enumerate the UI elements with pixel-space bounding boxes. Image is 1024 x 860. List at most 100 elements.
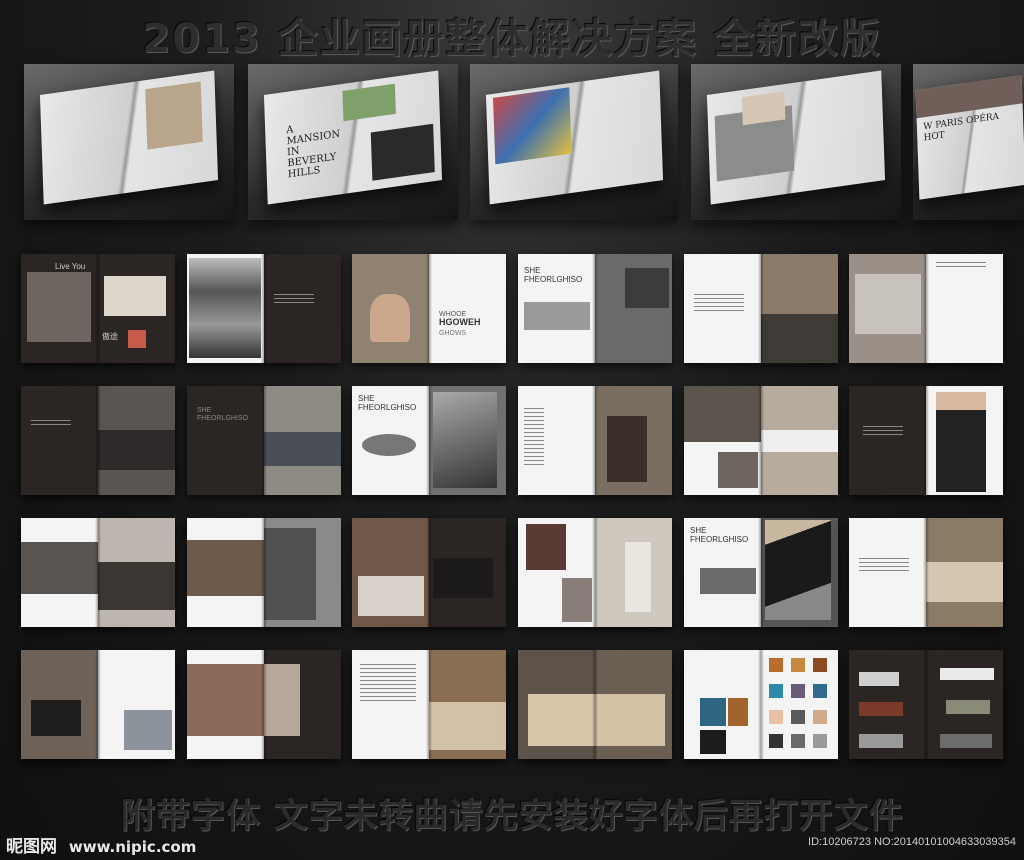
spread-11 (684, 386, 838, 495)
model-photo (765, 520, 831, 620)
tagline: Live You (55, 262, 86, 271)
spine (592, 518, 598, 627)
page-right: 傲途 (98, 254, 175, 363)
text-block (936, 262, 986, 270)
top-photo-3 (470, 64, 678, 220)
heading-line-1: SHE (690, 526, 707, 535)
page-left (352, 518, 429, 627)
footer-note: 附带字体 文字未转曲请先安装好字体后再打开文件 (120, 796, 904, 836)
sofa-photo (859, 734, 903, 748)
interior-photo (264, 664, 300, 736)
text-block (863, 426, 903, 436)
spread-22 (518, 650, 672, 759)
top-photo-5: W PARIS OPÉRA HOT (913, 64, 1024, 220)
sofa-photo (27, 272, 91, 342)
page-right (264, 386, 341, 495)
floral-sofa-photo (926, 562, 1003, 602)
page-right (926, 254, 1003, 363)
spine (95, 518, 101, 627)
page-right (761, 386, 838, 495)
spine (261, 386, 267, 495)
magazine-page (485, 70, 663, 205)
spread-12 (849, 386, 1003, 495)
top-photo-4 (691, 64, 901, 220)
page-left (684, 386, 761, 495)
page-left (187, 254, 264, 363)
magazine-photo (342, 82, 397, 121)
text-block (859, 558, 909, 574)
spread-8: SHE FHEORLGHISO (187, 386, 341, 495)
text-block (274, 294, 314, 304)
magazine-photo (492, 87, 572, 164)
spine (758, 386, 764, 495)
sofa-photo (98, 430, 175, 470)
spine (95, 650, 101, 759)
page-right (761, 650, 838, 759)
headline: 2013 企业画册整体解决方案 全新改版 (142, 16, 882, 62)
interior-photo (684, 386, 761, 442)
spread-16 (518, 518, 672, 627)
page-right: WHOOE HGOWEH GHOWS (429, 254, 506, 363)
spread-10 (518, 386, 672, 495)
page-left (849, 650, 926, 759)
spine (592, 254, 598, 363)
spine (426, 650, 432, 759)
page-left (352, 650, 429, 759)
spine (261, 254, 267, 363)
page-right (595, 254, 672, 363)
page-right (926, 386, 1003, 495)
page-left: SHE FHEORLGHISO (187, 386, 264, 495)
armchair-photo (124, 710, 172, 750)
page-right (98, 518, 175, 627)
watermark-site[interactable]: www.nipic.com (69, 838, 196, 856)
lamp-photo (625, 542, 651, 612)
interior-photo (718, 452, 758, 488)
heading-line-2: FHEORLGHISO (358, 403, 417, 412)
spine (261, 650, 267, 759)
page-left (21, 386, 98, 495)
model-photo (433, 392, 497, 488)
page-left (21, 518, 98, 627)
spread-18 (849, 518, 1003, 627)
spine (426, 254, 432, 363)
brand-mark: 傲途 (102, 332, 118, 341)
page-right (264, 254, 341, 363)
sofa-photo (625, 268, 669, 308)
sofa-photo (761, 430, 838, 452)
page-right (761, 518, 838, 627)
swatch (700, 730, 726, 754)
sofa-photo (358, 576, 424, 616)
sofa-photo (264, 432, 341, 466)
page-left (518, 386, 595, 495)
page-left (518, 518, 595, 627)
spread-15 (352, 518, 506, 627)
heading-line-1: SHE (524, 266, 541, 275)
magazine-photo (741, 90, 785, 125)
spread-21 (352, 650, 506, 759)
heading-line-2: FHEORLGHISO (524, 275, 583, 284)
spine (923, 650, 929, 759)
page-left: SHE FHEORLGHISO (518, 254, 595, 363)
top-photo-row: A MANSION IN BEVERLY HILLS W PARIS OPÉRA… (24, 64, 1024, 220)
spine (923, 254, 929, 363)
chair-photo (362, 434, 416, 456)
heading-line-2: FHEORLGHISO (197, 415, 248, 422)
spread-5 (684, 254, 838, 363)
page-left: Live You (21, 254, 98, 363)
spine (95, 386, 101, 495)
page-right (595, 386, 672, 495)
spread-1: Live You 傲途 (21, 254, 175, 363)
spine (426, 518, 432, 627)
page-left: SHE FHEORLGHISO (352, 386, 429, 495)
spread-3: WHOOE HGOWEH GHOWS (352, 254, 506, 363)
spread-23 (684, 650, 838, 759)
page-right (429, 650, 506, 759)
page-right (98, 650, 175, 759)
page-right (429, 386, 506, 495)
page-left (352, 254, 429, 363)
interior-photo (433, 558, 493, 598)
magazine-page (706, 70, 886, 205)
armchair-photo (855, 274, 921, 334)
spine (95, 254, 101, 363)
spread-6 (849, 254, 1003, 363)
